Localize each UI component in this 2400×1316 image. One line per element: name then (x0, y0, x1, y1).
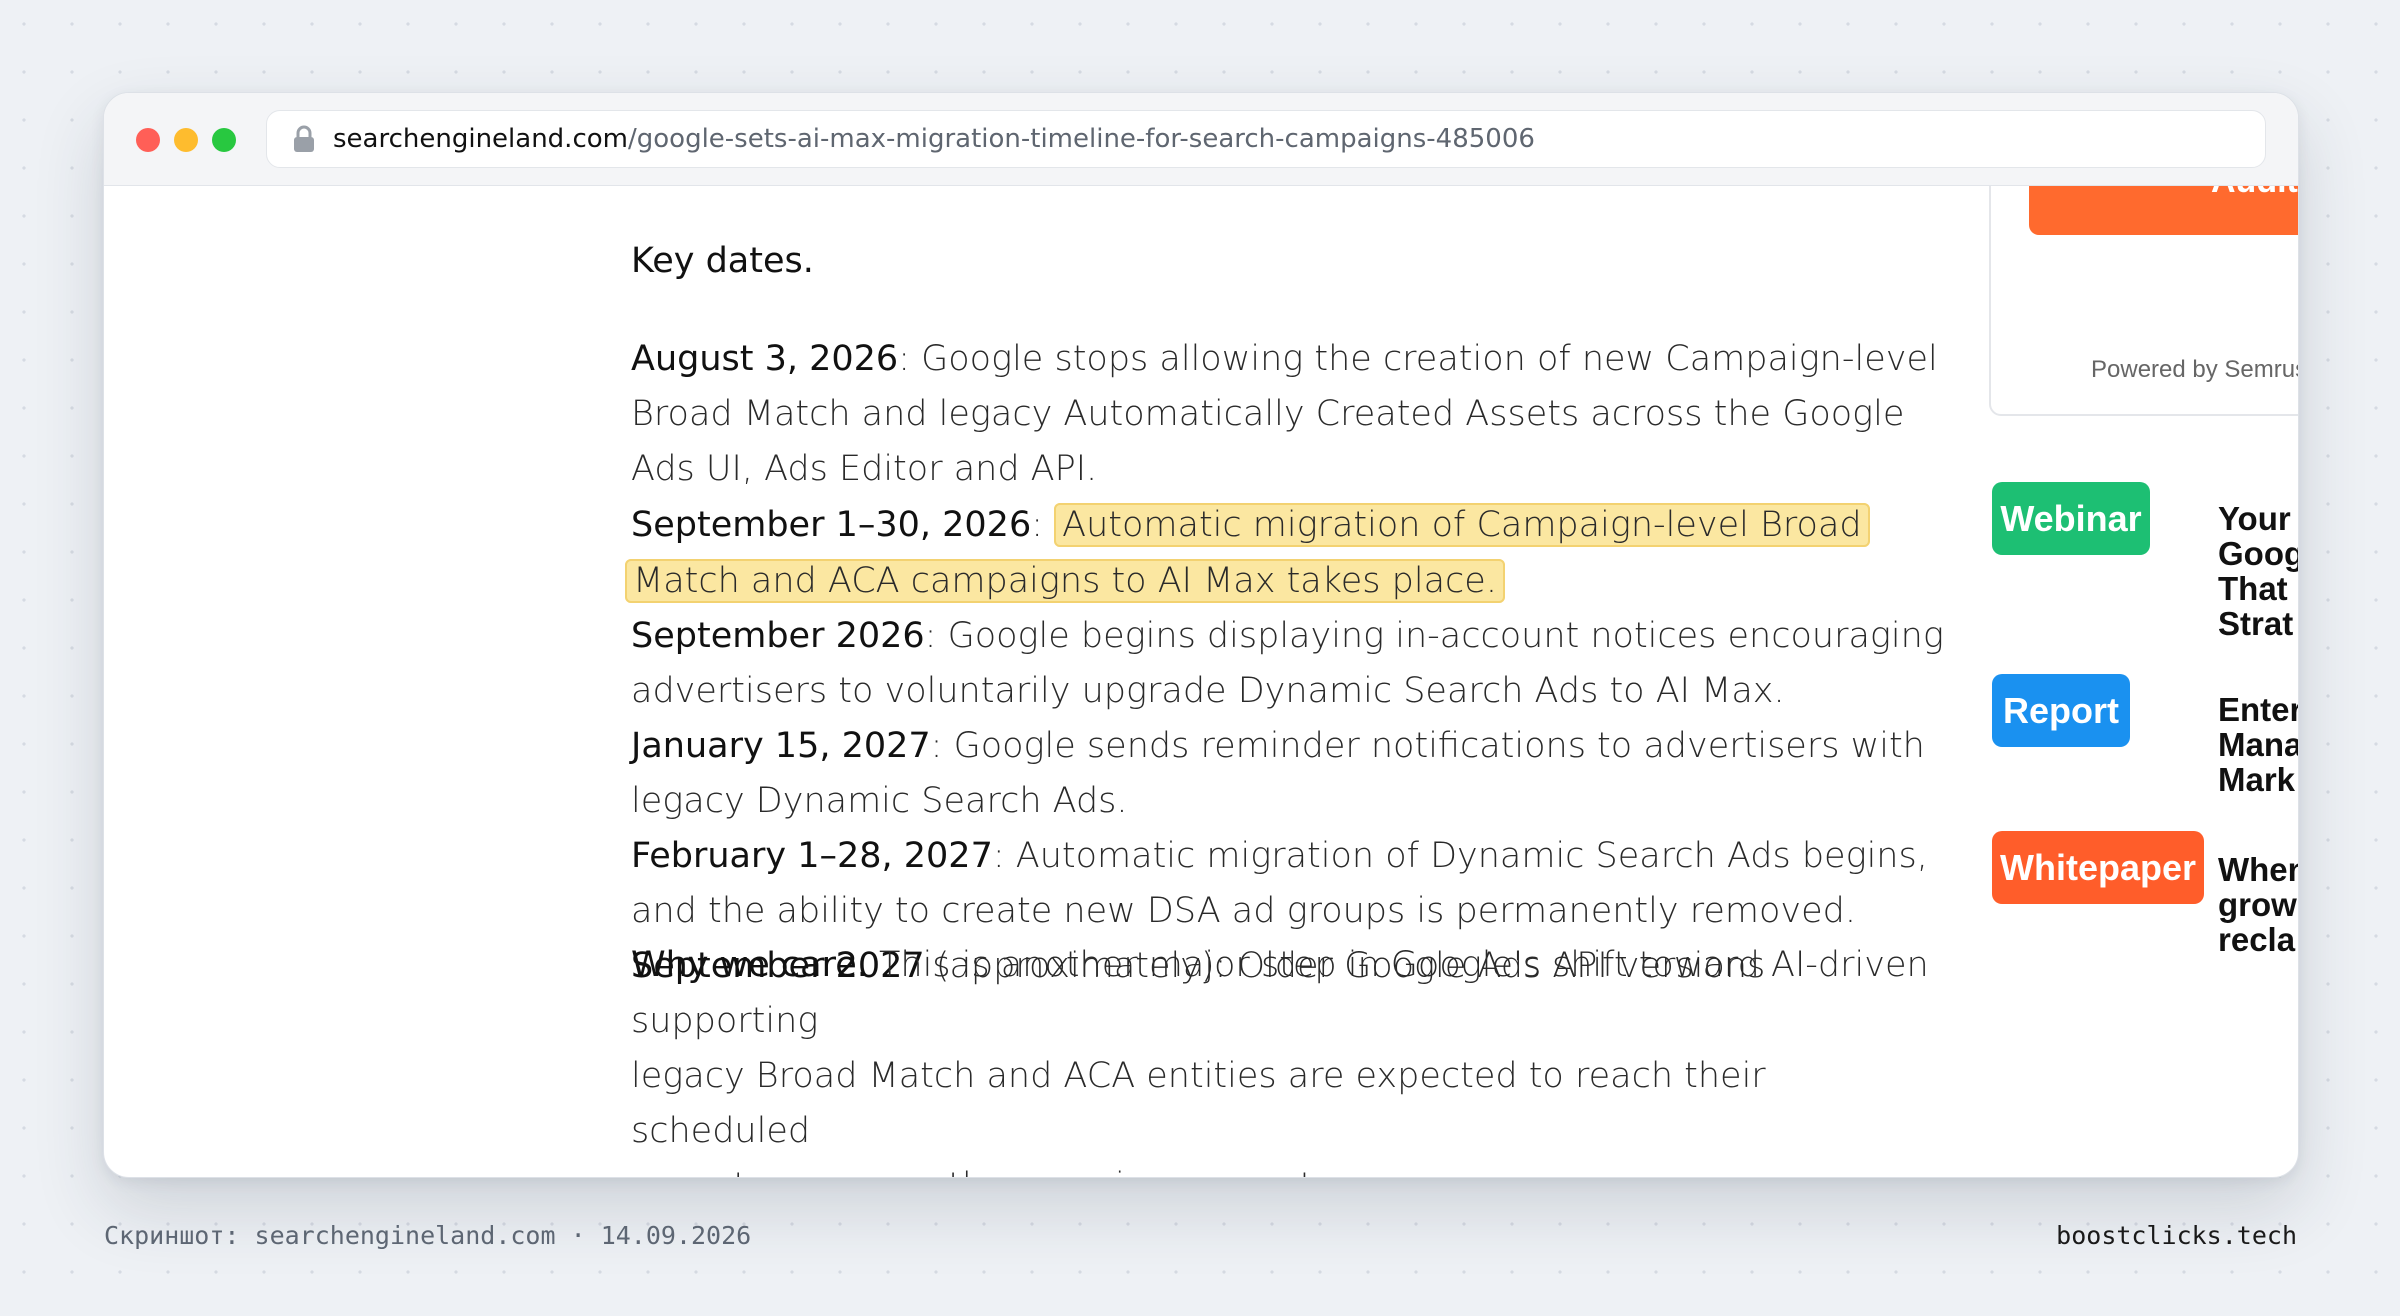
url-domain: searchengineland.com (333, 124, 628, 154)
browser-window: searchengineland.com/google-sets-ai-max-… (103, 92, 2299, 1178)
whitepaper-tag[interactable]: Whitepaper (1992, 831, 2204, 904)
webinar-tag[interactable]: Webinar (1992, 482, 2150, 555)
list-item: January 15, 2027: Google sends reminder … (631, 726, 1925, 766)
lock-icon (294, 125, 314, 152)
url-text[interactable]: searchengineland.com/google-sets-ai-max-… (333, 124, 1535, 154)
browser-toolbar: searchengineland.com/google-sets-ai-max-… (104, 93, 2298, 186)
audit-button[interactable]: Audit (2029, 186, 2298, 235)
sidebar: Audit Powered by Semrush Webinar Your Go… (1989, 186, 2298, 1177)
section-heading: Key dates. (631, 241, 814, 281)
list-item: September 2026: Google begins displaying… (631, 616, 1944, 656)
next-paragraph: Why we care. This is another major step … (631, 945, 1929, 985)
list-item: August 3, 2026: Google stops allowing th… (631, 339, 1938, 379)
report-tag[interactable]: Report (1992, 674, 2130, 747)
list-item: February 1–28, 2027: Automatic migration… (631, 836, 1928, 876)
highlight-mark: Match and ACA campaigns to AI Max takes … (625, 559, 1505, 603)
minimize-window-button[interactable] (174, 128, 198, 152)
powered-by-text: Powered by Semrush (2091, 356, 2298, 383)
key-dates-list: August 3, 2026: Google stops allowing th… (625, 332, 1951, 1177)
whitepaper-teaser-link[interactable]: When grow recla (2218, 852, 2298, 957)
page-viewport: Key dates. August 3, 2026: Google stops … (104, 186, 2298, 1177)
report-teaser-link[interactable]: Enter Mana Mark (2218, 692, 2298, 797)
close-window-button[interactable] (136, 128, 160, 152)
maximize-window-button[interactable] (212, 128, 236, 152)
url-path: /google-sets-ai-max-migration-timeline-f… (627, 124, 1535, 154)
highlight-mark: Automatic migration of Campaign-level Br… (1054, 503, 1870, 547)
brand-caption: boostclicks.tech (2056, 1221, 2297, 1250)
semrush-widget: Audit Powered by Semrush (1989, 186, 2298, 416)
address-bar[interactable]: searchengineland.com/google-sets-ai-max-… (266, 110, 2266, 168)
webinar-teaser-link[interactable]: Your Goog That Strat (2218, 501, 2298, 641)
list-item: September 1–30, 2026: Automatic migratio… (631, 497, 1951, 553)
screenshot-caption: Скриншот: searchengineland.com · 14.09.2… (104, 1221, 752, 1250)
